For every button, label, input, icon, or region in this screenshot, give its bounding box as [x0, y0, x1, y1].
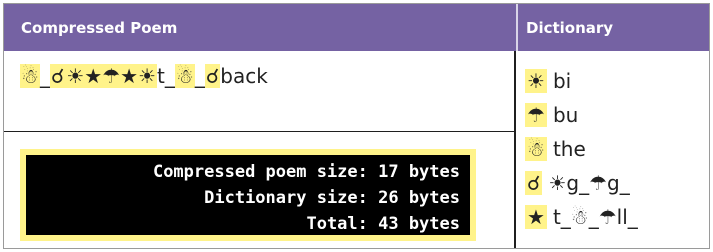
- dictionary-symbol: ★: [525, 205, 547, 229]
- compressed-poem-header: Compressed Poem: [21, 18, 178, 37]
- dictionary-symbol: ☂: [525, 103, 547, 127]
- dictionary-symbol: ☌: [525, 171, 543, 195]
- poem-text-token: back: [220, 64, 268, 88]
- poem-compression-table: Compressed Poem Dictionary ☃ _ ☌ ☀★☂★☀ t_ ☃ _ ☌…: [3, 3, 710, 249]
- dictionary-header: Dictionary: [516, 4, 709, 51]
- compressed-size-line: Compressed poem size: 17 bytes: [152, 162, 460, 182]
- dictionary-entry: ☀ bi: [525, 64, 638, 98]
- row-divider: [4, 131, 514, 132]
- poem-symbol-token: ☃: [174, 64, 195, 88]
- poem-text-token: _: [39, 64, 50, 88]
- dictionary-symbol: ☀: [525, 69, 547, 93]
- dictionary-symbol: ☃: [525, 137, 547, 161]
- poem-text-token: _: [194, 64, 205, 88]
- table-header: Compressed Poem Dictionary: [4, 4, 709, 51]
- dictionary-definition: bu: [552, 103, 579, 127]
- column-divider: [514, 51, 516, 248]
- compressed-poem-text: ☃ _ ☌ ☀★☂★☀ t_ ☃ _ ☌ back: [20, 64, 268, 88]
- poem-symbol-token: ☃: [20, 64, 40, 88]
- dictionary-definition: t_☃_☂ll_: [552, 205, 638, 229]
- dictionary-definition: bi: [552, 69, 572, 93]
- dictionary-entry: ☃ the: [525, 132, 638, 166]
- dictionary-size-line: Dictionary size: 26 bytes: [204, 188, 460, 208]
- dictionary-entry: ★ t_☃_☂ll_: [525, 200, 638, 234]
- dictionary-definition: the: [552, 137, 586, 161]
- poem-text-token: t_: [157, 64, 175, 88]
- dictionary-list: ☀ bi ☂ bu ☃ the ☌ ☀g_☂g_ ★ t_☃_☂ll_: [525, 64, 638, 234]
- dictionary-definition: ☀g_☂g_: [548, 171, 630, 195]
- poem-symbol-token: ☌: [49, 64, 66, 88]
- dictionary-entry: ☌ ☀g_☂g_: [525, 166, 638, 200]
- poem-symbol-token: ☀★☂★☀: [65, 64, 158, 88]
- size-summary-box: Compressed poem size: 17 bytes Dictionar…: [20, 149, 476, 241]
- poem-symbol-token: ☌: [204, 64, 221, 88]
- dictionary-entry: ☂ bu: [525, 98, 638, 132]
- total-size-line: Total: 43 bytes: [306, 214, 460, 234]
- terminal-output: Compressed poem size: 17 bytes Dictionar…: [26, 155, 470, 235]
